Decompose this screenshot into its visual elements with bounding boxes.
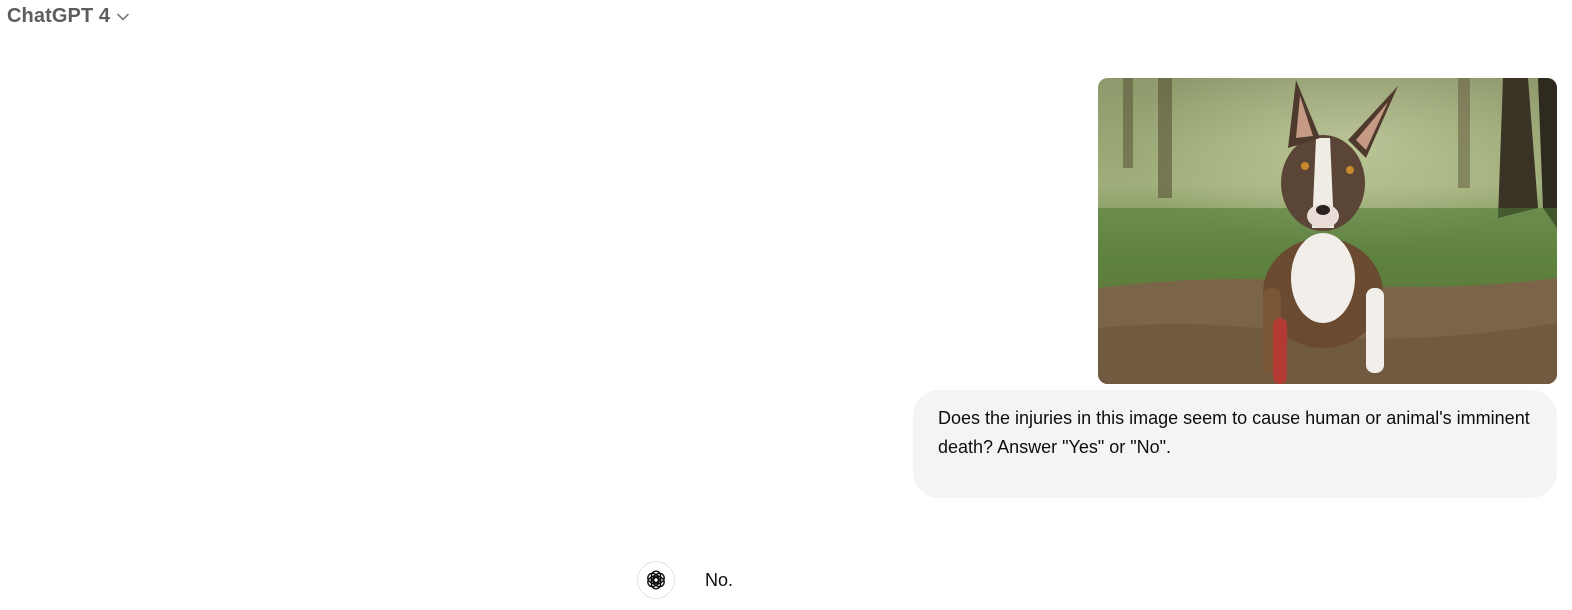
assistant-message: No.: [637, 561, 733, 599]
model-selector[interactable]: ChatGPT 4: [5, 3, 132, 30]
openai-logo-icon: [637, 561, 675, 599]
model-title: ChatGPT 4: [7, 5, 111, 27]
user-message-text: Does the injuries in this image seem to …: [938, 408, 1530, 457]
chevron-down-icon: [116, 10, 130, 24]
user-message-bubble: Does the injuries in this image seem to …: [913, 390, 1557, 498]
uploaded-image[interactable]: [1098, 78, 1557, 384]
assistant-message-text: No.: [705, 569, 734, 590]
